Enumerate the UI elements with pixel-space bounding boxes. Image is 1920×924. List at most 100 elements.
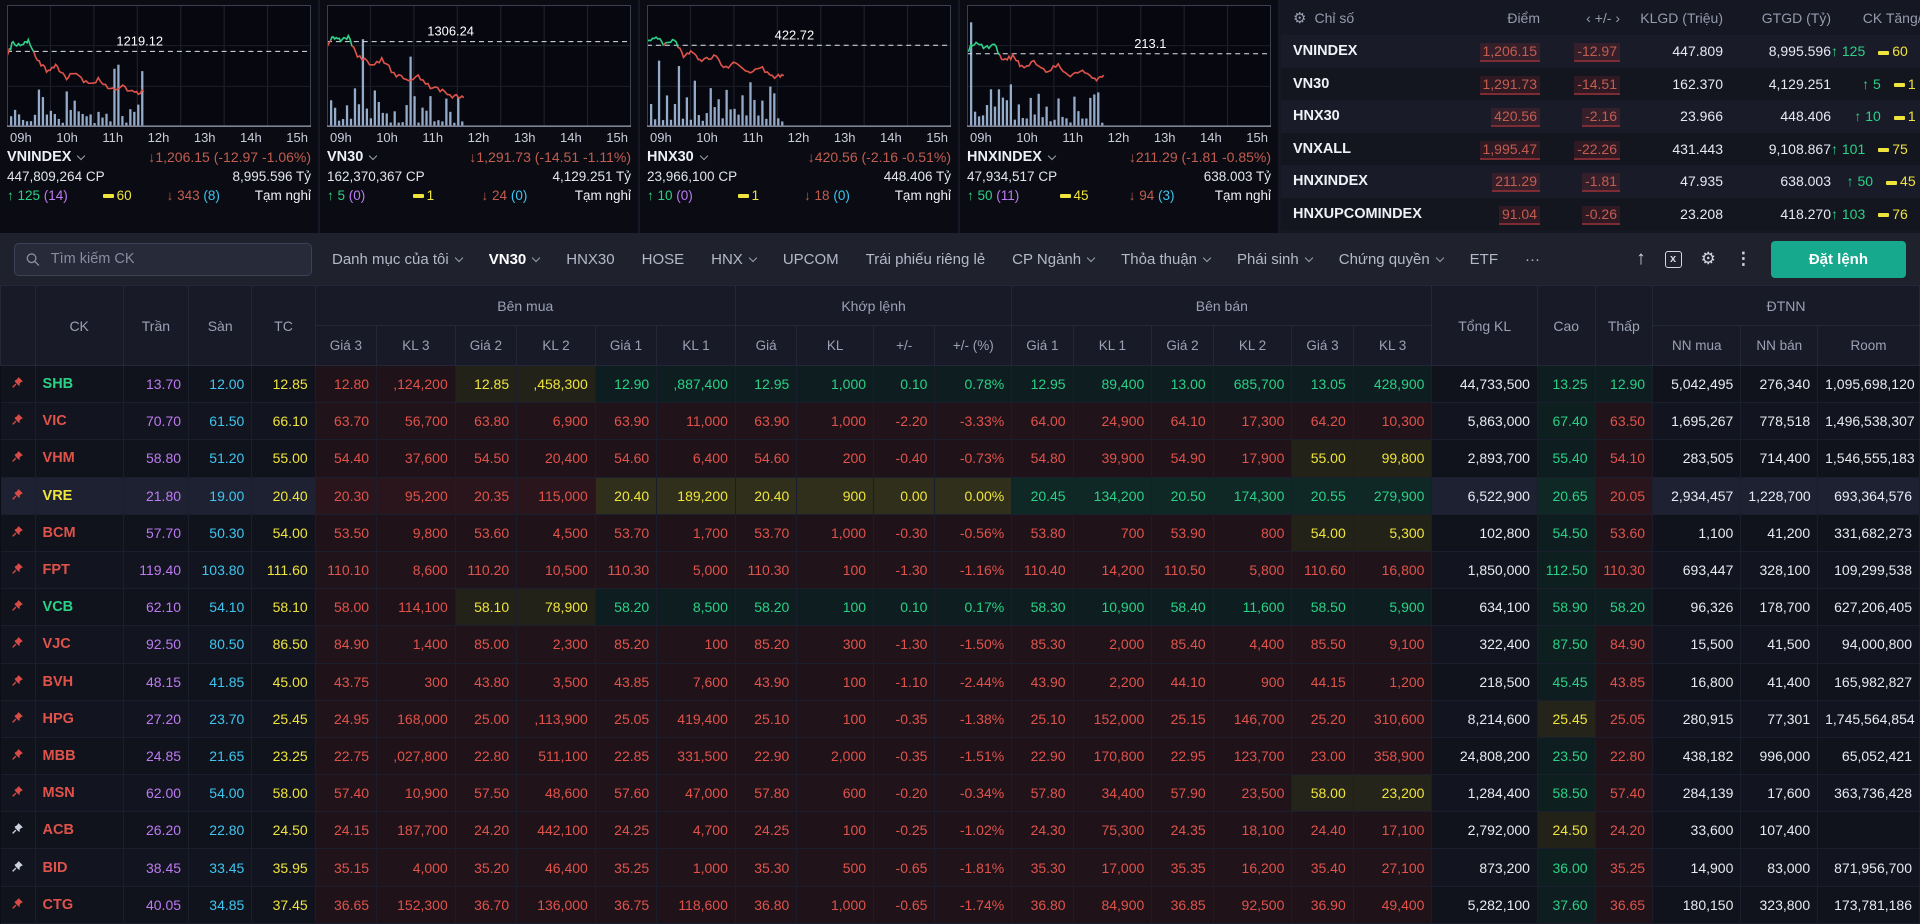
nav-item-cp-ng-nh[interactable]: CP Ngành: [1012, 251, 1096, 268]
cell-ticker[interactable]: VRE: [35, 477, 124, 515]
nav-item-hose[interactable]: HOSE: [642, 251, 685, 268]
place-order-button[interactable]: Đặt lệnh: [1770, 240, 1906, 278]
index-name[interactable]: VNINDEX: [7, 149, 86, 165]
nav-item-ch-ng-quy-n[interactable]: Chứng quyền: [1339, 251, 1444, 268]
cell-ticker[interactable]: VHM: [35, 439, 124, 478]
cell-ticker[interactable]: MBB: [35, 737, 124, 776]
index-row[interactable]: VN30 1,291.73-14.51 162.370 4,129.251 ↑ 51↓ …: [1281, 67, 1920, 100]
col-sell-vol-1[interactable]: KL 1: [1072, 325, 1153, 366]
table-row[interactable]: VIC 70.70 61.50 66.10 63.70 56,700 63.80 6,900 6…: [0, 402, 1920, 441]
pin-cell[interactable]: [0, 848, 36, 887]
excel-export-icon[interactable]: x: [1664, 250, 1682, 268]
pin-cell[interactable]: [0, 365, 36, 404]
pin-cell[interactable]: [0, 625, 36, 664]
table-row[interactable]: VJC 92.50 80.50 86.50 84.90 1,400 85.00 2,300 85…: [0, 625, 1920, 664]
table-row[interactable]: VCB 62.10 54.10 58.10 58.00 114,100 58.10 78,90…: [0, 588, 1920, 627]
nav-item-hnx30[interactable]: HNX30: [566, 251, 614, 268]
nav-item-etf[interactable]: ETF: [1470, 251, 1498, 268]
table-row[interactable]: MSN 62.00 54.00 58.00 57.40 10,900 57.50 48,600…: [0, 774, 1920, 813]
table-row[interactable]: SHB 13.70 12.00 12.85 12.80,124,200 12.85,458…: [0, 365, 1920, 404]
col-match-change[interactable]: +/-: [873, 325, 936, 366]
cell-ticker[interactable]: SHB: [35, 365, 124, 404]
pin-cell[interactable]: [0, 737, 36, 776]
col-buy-vol-3[interactable]: KL 3: [376, 325, 456, 366]
nav-item-hnx[interactable]: HNX: [711, 251, 758, 268]
col-foreign-buy[interactable]: NN mua: [1652, 325, 1742, 366]
pin-cell[interactable]: [0, 663, 36, 701]
col-sell-vol-2[interactable]: KL 2: [1212, 325, 1293, 366]
index-row[interactable]: HNX30 420.56-2.16 23.966 448.406 ↑ 101↓ 18: [1281, 100, 1920, 133]
cell-ticker[interactable]: VJC: [35, 625, 124, 664]
cell-ticker[interactable]: VIC: [35, 402, 124, 441]
gear-icon[interactable]: ⚙: [1293, 9, 1306, 27]
cell-ticker[interactable]: FPT: [35, 551, 124, 590]
chart-area[interactable]: 1306.24: [327, 5, 631, 127]
cell-ticker[interactable]: ACB: [35, 811, 124, 850]
kebab-menu-icon[interactable]: ⋮: [1735, 249, 1752, 269]
index-name[interactable]: HNX30: [647, 149, 708, 165]
pin-cell[interactable]: [0, 514, 36, 552]
cell-ticker[interactable]: MSN: [35, 774, 124, 813]
index-name[interactable]: VN30: [327, 149, 378, 165]
nav-item-tr-i-phi-u-ri-ng-l-[interactable]: Trái phiếu riêng lẻ: [866, 251, 986, 268]
intraday-chart[interactable]: 1306.24: [327, 5, 631, 127]
col-sell-price-3[interactable]: Giá 3: [1291, 325, 1354, 366]
col-buy-vol-2[interactable]: KL 2: [516, 325, 596, 366]
index-row[interactable]: HNXUPCOMINDEX 91.04 -0.26 23.208 418.270 ↑ 10…: [1281, 197, 1920, 230]
nav-item-ph-i-sinh[interactable]: Phái sinh: [1237, 251, 1313, 268]
cell-ticker[interactable]: BCM: [35, 514, 124, 552]
nav-item-upcom[interactable]: UPCOM: [783, 251, 839, 268]
pin-cell[interactable]: [0, 700, 36, 738]
col-low[interactable]: Thấp: [1594, 285, 1654, 366]
pin-cell[interactable]: [0, 588, 36, 627]
index-col-change[interactable]: ‹ +/- ›: [1540, 10, 1620, 26]
col-floor[interactable]: Sàn: [188, 285, 253, 366]
col-match-vol[interactable]: KL: [796, 325, 875, 366]
col-total-volume[interactable]: Tổng KL: [1431, 285, 1538, 366]
col-match-price[interactable]: Giá: [734, 325, 798, 366]
pin-cell[interactable]: [0, 551, 36, 590]
col-reference[interactable]: TC: [251, 285, 316, 366]
col-foreign-room[interactable]: Room: [1817, 325, 1920, 366]
intraday-chart[interactable]: 1219.12: [7, 5, 311, 127]
nav-item-danh-m-c-c-a-t-i[interactable]: Danh mục của tôi: [332, 251, 463, 268]
index-row[interactable]: VNXALL 1,995.47 -22.26 431.443 9,108.867 ↑ 10…: [1281, 132, 1920, 165]
col-sell-price-2[interactable]: Giá 2: [1151, 325, 1214, 366]
pin-cell[interactable]: [0, 439, 36, 478]
chart-area[interactable]: 213.1: [967, 5, 1271, 127]
col-buy-price-3[interactable]: Giá 3: [314, 325, 378, 366]
search-box[interactable]: [14, 242, 312, 276]
pin-cell[interactable]: [0, 774, 36, 813]
intraday-chart[interactable]: 422.72: [647, 5, 951, 127]
table-row[interactable]: VRE 21.80 19.00 20.40 20.30 95,200 20.35 115,00…: [0, 477, 1920, 515]
index-name[interactable]: HNXINDEX: [967, 149, 1057, 165]
settings-gear-icon[interactable]: ⚙: [1701, 249, 1716, 269]
col-foreign-sell[interactable]: NN bán: [1740, 325, 1819, 366]
search-input[interactable]: [48, 250, 300, 268]
cell-ticker[interactable]: BID: [35, 848, 124, 887]
table-row[interactable]: MBB 24.85 21.65 23.25 22.75,027,800 22.80 511,…: [0, 737, 1920, 776]
table-row[interactable]: ACB 26.20 22.80 24.50 24.15 187,700 24.20 442,1…: [0, 811, 1920, 850]
cell-ticker[interactable]: CTG: [35, 886, 124, 924]
table-row[interactable]: FPT 119.40 103.80 111.60 110.10 8,600 110.20 10…: [0, 551, 1920, 590]
table-row[interactable]: BCM 57.70 50.30 54.00 53.50 9,800 53.60 4,500 53…: [0, 514, 1920, 552]
col-sell-vol-3[interactable]: KL 3: [1352, 325, 1433, 366]
col-buy-price-2[interactable]: Giá 2: [454, 325, 518, 366]
upload-icon[interactable]: ↑: [1636, 248, 1646, 270]
col-buy-price-1[interactable]: Giá 1: [594, 325, 658, 366]
pin-cell[interactable]: [0, 477, 36, 515]
table-row[interactable]: CTG 40.05 34.85 37.45 36.65 152,300 36.70 136,0…: [0, 886, 1920, 924]
table-row[interactable]: HPG 27.20 23.70 25.45 24.95 168,000 25.00,113,…: [0, 700, 1920, 738]
table-row[interactable]: VHM 58.80 51.20 55.00 54.40 37,600 54.50 20,400…: [0, 439, 1920, 478]
cell-ticker[interactable]: HPG: [35, 700, 124, 738]
nav-item--[interactable]: ···: [1525, 251, 1540, 268]
col-ceiling[interactable]: Trần: [122, 285, 190, 366]
col-match-change-pct[interactable]: +/- (%): [934, 325, 1013, 366]
index-row[interactable]: VNINDEX 1,206.15 -12.97 447.809 8,995.596 ↑ 1…: [1281, 35, 1920, 68]
nav-item-th-a-thu-n[interactable]: Thỏa thuận: [1121, 251, 1212, 268]
pin-cell[interactable]: [0, 402, 36, 441]
index-row[interactable]: HNXINDEX 211.29-1.81 47.935 638.003 ↑ 5045↓ …: [1281, 165, 1920, 198]
cell-ticker[interactable]: BVH: [35, 663, 124, 701]
col-ticker[interactable]: CK: [34, 285, 124, 366]
pin-cell[interactable]: [0, 811, 36, 850]
